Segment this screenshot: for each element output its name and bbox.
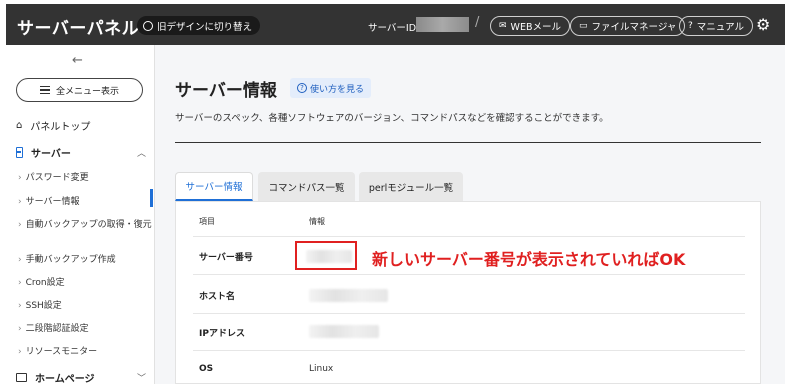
back-arrow-icon[interactable]: ← (72, 53, 83, 68)
old-design-label: 旧デザインに切り替え (157, 21, 253, 33)
sidebar: ← 全メニュー表示 ⌂ パネルトップ サーバー ︿ › パスワード変更 › サーバー… (6, 45, 155, 384)
page-description: サーバーのスペック、各種ソフトウェアのバージョン、コマンドパスなどを確認すること… (175, 113, 609, 124)
ip-address-value (309, 325, 379, 338)
filemanager-label: ファイルマネージャ (591, 22, 677, 33)
sidebar-item-label: パネルトップ (30, 122, 91, 133)
sidebar-item-manual-backup[interactable]: › 手動バックアップ作成 (18, 254, 152, 266)
howto-button[interactable]: ? 使い方を見る (290, 78, 372, 98)
manual-label: マニュアル (696, 22, 744, 33)
sidebar-item-auto-backup[interactable]: › 自動バックアップの取得・復元 (18, 219, 152, 231)
row-divider (193, 236, 745, 237)
hostname-value (309, 289, 388, 302)
sidebar-section-label: ホームページ (35, 374, 95, 384)
active-indicator (150, 189, 153, 207)
page-title: サーバー情報 (175, 81, 277, 101)
all-menu-button[interactable]: 全メニュー表示 (16, 78, 143, 102)
sidebar-section-label: サーバー (31, 149, 71, 160)
row-divider (193, 274, 745, 275)
tab-command-paths[interactable]: コマンドパス一覧 (258, 172, 355, 201)
row-label-server-number: サーバー番号 (199, 253, 253, 263)
sidebar-section-homepage[interactable]: ホームページ ﹀ (16, 370, 146, 384)
server-icon (16, 147, 23, 158)
home-icon: ⌂ (16, 120, 23, 131)
chevron-down-icon: ﹀ (136, 374, 146, 384)
brand-title[interactable]: サーバーパネル (17, 14, 139, 39)
row-label-os: OS (199, 364, 214, 374)
row-divider (193, 313, 745, 314)
help-icon: ? (297, 83, 307, 93)
sidebar-item-cron[interactable]: › Cron設定 (18, 277, 152, 289)
os-value: Linux (309, 364, 334, 374)
divider (175, 142, 761, 143)
filemanager-button[interactable]: ▭ ファイルマネージャ (570, 16, 686, 36)
annotation-text: 新しいサーバー番号が表示されていればOK (372, 250, 686, 269)
sidebar-item-ssh[interactable]: › SSH設定 (18, 300, 152, 312)
help-icon: ? (688, 21, 693, 31)
tab-perl-modules[interactable]: perlモジュール一覧 (359, 172, 463, 201)
webmail-button[interactable]: ✉ WEBメール (490, 16, 570, 36)
sidebar-section-server[interactable]: サーバー ︿ (16, 145, 146, 160)
row-divider (193, 350, 745, 351)
sidebar-item-panel-top[interactable]: ⌂ パネルトップ (16, 118, 90, 133)
top-header: サーバーパネル 旧デザインに切り替え サーバーID / ✉ WEBメール ▭ フ… (6, 4, 785, 45)
app-window: サーバーパネル 旧デザインに切り替え サーバーID / ✉ WEBメール ▭ フ… (6, 4, 785, 384)
server-id-value (416, 17, 469, 32)
column-header-info: 情報 (309, 217, 325, 226)
webmail-icon: ✉ (499, 21, 507, 31)
row-label-hostname: ホスト名 (199, 292, 236, 302)
sidebar-item-resource-monitor[interactable]: › リソースモニター (18, 346, 152, 358)
manual-button[interactable]: ? マニュアル (679, 16, 753, 36)
old-design-toggle[interactable]: 旧デザインに切り替え (137, 16, 261, 35)
row-label-ip-address: IPアドレス (199, 329, 245, 339)
menu-icon (39, 86, 50, 94)
gear-icon[interactable]: ⚙ (756, 15, 770, 34)
highlight-box (295, 241, 357, 270)
homepage-icon (16, 373, 27, 382)
sync-icon (143, 20, 153, 31)
header-separator: / (475, 15, 480, 30)
howto-label: 使い方を見る (310, 84, 365, 95)
server-info-panel: 項目 情報 サーバー番号 新しいサーバー番号が表示されていればOK ホスト名 I… (175, 201, 761, 384)
folder-icon: ▭ (579, 21, 588, 31)
chevron-up-icon: ︿ (136, 149, 146, 159)
server-id-label: サーバーID (368, 23, 417, 34)
sidebar-item-password[interactable]: › パスワード変更 (18, 172, 152, 184)
all-menu-label: 全メニュー表示 (55, 86, 119, 97)
sidebar-item-2fa[interactable]: › 二段階認証設定 (18, 323, 152, 335)
column-header-item: 項目 (199, 217, 215, 226)
webmail-label: WEBメール (510, 22, 561, 33)
tab-server-info[interactable]: サーバー情報 (175, 172, 253, 201)
sidebar-item-server-info[interactable]: › サーバー情報 (18, 196, 152, 208)
